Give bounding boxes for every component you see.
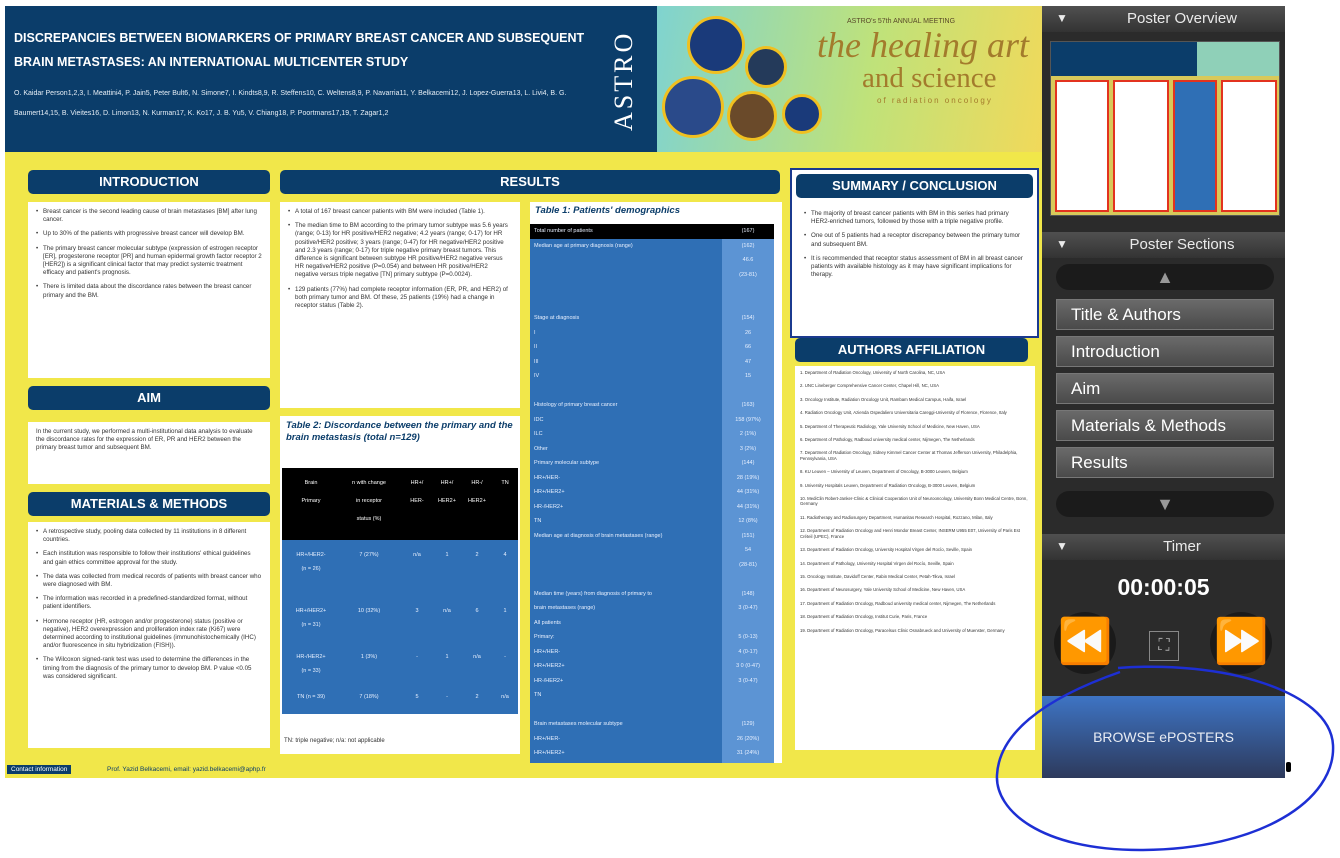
annotation-overlay xyxy=(995,665,1335,852)
app-window: DISCREPANCIES BETWEEN BIOMARKERS OF PRIM… xyxy=(0,0,1340,858)
annotation-circle xyxy=(995,665,1335,852)
